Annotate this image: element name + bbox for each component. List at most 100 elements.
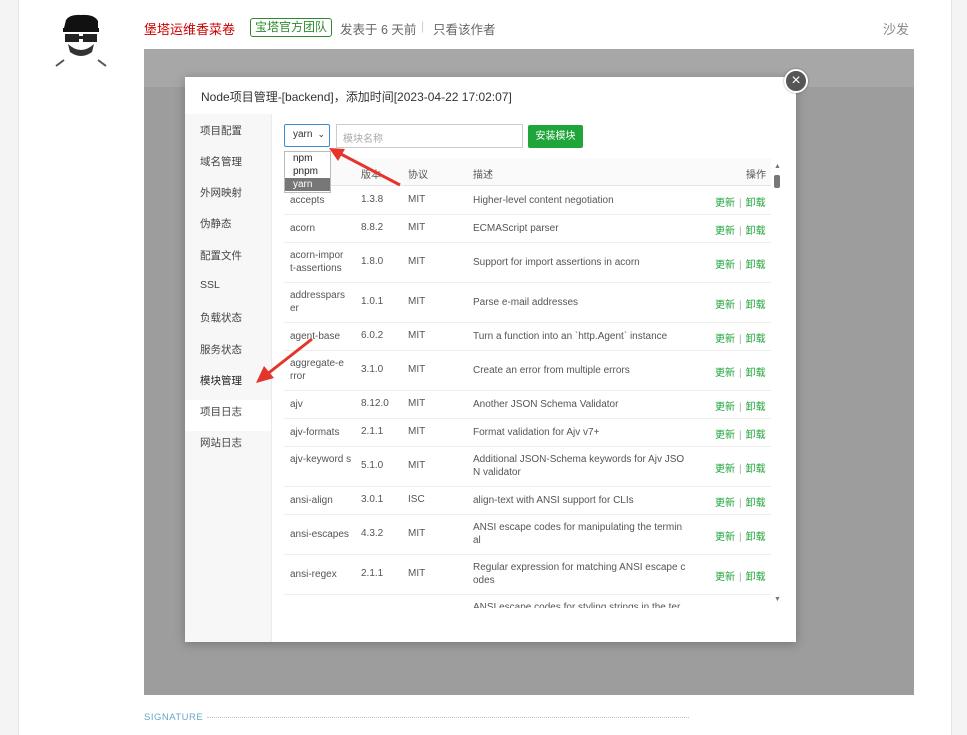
op-separator: | <box>739 402 742 413</box>
update-link[interactable]: 更新 <box>715 532 735 543</box>
update-link[interactable]: 更新 <box>715 498 735 509</box>
update-link[interactable]: 更新 <box>715 402 735 413</box>
uninstall-link[interactable]: 卸载 <box>746 300 766 311</box>
uninstall-link[interactable]: 卸载 <box>746 368 766 379</box>
scroll-thumb[interactable] <box>774 175 780 188</box>
option-npm[interactable]: npm <box>285 152 330 165</box>
op-separator: | <box>739 532 742 543</box>
uninstall-link[interactable]: 卸载 <box>746 572 766 583</box>
only-author-link[interactable]: 只看该作者 <box>433 19 496 38</box>
module-version: 6.0.2 <box>361 330 384 341</box>
sidebar-item-domain[interactable]: 域名管理 <box>200 154 242 169</box>
module-version: 1.3.8 <box>361 194 384 205</box>
update-link[interactable]: 更新 <box>715 260 735 271</box>
module-name: ajv-keyword s <box>290 454 352 465</box>
option-pnpm[interactable]: pnpm <box>285 165 330 178</box>
sidebar-item-project-config[interactable]: 项目配置 <box>200 123 242 138</box>
row-actions: 更新 | 卸载 <box>715 460 766 475</box>
sidebar-item-site-log[interactable]: 网站日志 <box>200 435 242 450</box>
col-ops: 操作 <box>746 170 766 181</box>
op-separator: | <box>739 430 742 441</box>
module-description: Additional JSON-Schema keywords for Ajv … <box>473 454 685 478</box>
author-name[interactable]: 堡塔运维香菜卷 <box>144 19 235 38</box>
table-row: ansi-align 3.0.1 ISC align-text with ANSI s… <box>284 486 772 515</box>
table-scrollbar[interactable]: ▲ ▼ <box>771 158 783 608</box>
table-row: ansi-regex 2.1.1 MIT Regular expression for… <box>284 554 772 595</box>
module-license: MIT <box>408 194 426 205</box>
update-link[interactable]: 更新 <box>715 300 735 311</box>
module-license: MIT <box>408 568 426 579</box>
sidebar-item-load-status[interactable]: 负载状态 <box>200 310 242 325</box>
update-link[interactable]: 更新 <box>715 430 735 441</box>
row-actions: 更新 | 卸载 <box>715 426 766 441</box>
op-separator: | <box>739 334 742 345</box>
uninstall-link[interactable]: 卸载 <box>746 226 766 237</box>
uninstall-link[interactable]: 卸载 <box>746 464 766 475</box>
row-actions: 更新 | 卸载 <box>715 528 766 543</box>
signature-label: SIGNATURE <box>144 712 204 723</box>
uninstall-link[interactable]: 卸载 <box>746 198 766 209</box>
module-license: MIT <box>408 528 426 539</box>
scroll-down-icon[interactable]: ▼ <box>774 596 781 603</box>
table-row: ansi-escapes 4.3.2 MIT ANSI escape codes fo… <box>284 514 772 555</box>
module-license: MIT <box>408 222 426 233</box>
option-yarn[interactable]: yarn <box>285 178 330 191</box>
update-link[interactable]: 更新 <box>715 198 735 209</box>
update-link[interactable]: 更新 <box>715 334 735 345</box>
uninstall-link[interactable]: 卸载 <box>746 532 766 543</box>
module-description: Regular expression for matching ANSI esc… <box>473 562 686 586</box>
floor-label: 沙发 <box>883 22 910 37</box>
row-actions: 更新 | 卸载 <box>715 194 766 209</box>
modules-table: 名称 版本 协议 描述 操作 accepts1.3.8MITHigher-lev… <box>284 158 772 608</box>
module-name: acorn-impor t-assertions <box>290 250 344 274</box>
module-description: Turn a function into an `http.Agent` ins… <box>473 331 668 342</box>
table-row: agent-base 6.0.2 MIT Turn a function into a… <box>284 322 772 351</box>
module-description: Support for import assertions in acorn <box>473 257 640 268</box>
update-link[interactable]: 更新 <box>715 464 735 475</box>
table-row: accepts 1.3.8 MIT Higher-level content nego… <box>284 186 772 215</box>
uninstall-link[interactable]: 卸载 <box>746 498 766 509</box>
uninstall-link[interactable]: 卸载 <box>746 430 766 441</box>
module-version: 3.0.1 <box>361 494 384 505</box>
package-manager-select[interactable]: yarn ⌄ <box>284 124 330 147</box>
module-version: 2.1.1 <box>361 426 384 437</box>
op-separator: | <box>739 300 742 311</box>
module-description: ANSI escape codes for styling strings in… <box>473 602 681 608</box>
module-name: acorn <box>290 223 316 234</box>
modules-panel: yarn ⌄ 模块名称 安装模块 名称 版本 协议 描述 操作 accepts1… <box>271 114 796 642</box>
sidebar-item-rewrite[interactable]: 伪静态 <box>200 216 232 231</box>
sidebar-item-modules[interactable]: 模块管理 <box>200 373 242 388</box>
close-icon[interactable]: × <box>784 69 808 93</box>
uninstall-link[interactable]: 卸载 <box>746 260 766 271</box>
sidebar-item-port-mapping[interactable]: 外网映射 <box>200 185 242 200</box>
row-actions: 更新 | 卸载 <box>715 364 766 379</box>
module-version: 3.1.0 <box>361 364 384 375</box>
module-license: MIT <box>408 460 426 471</box>
table-row: ajv-keyword s 5.1.0 MIT Additional JSON-Sch… <box>284 446 772 487</box>
sidebar-item-ssl[interactable]: SSL <box>200 279 220 291</box>
update-link[interactable]: 更新 <box>715 368 735 379</box>
scroll-up-icon[interactable]: ▲ <box>774 163 781 170</box>
module-version: 1.0.1 <box>361 296 384 307</box>
uninstall-link[interactable]: 卸载 <box>746 334 766 345</box>
annotation-arrow-icon <box>256 337 313 383</box>
module-version: 4.3.2 <box>361 528 384 539</box>
team-badge: 宝塔官方团队 <box>250 18 333 37</box>
user-avatar[interactable] <box>54 12 108 68</box>
module-description: Higher-level content negotiation <box>473 195 614 206</box>
module-description: Format validation for Ajv v7+ <box>473 427 600 438</box>
module-license: MIT <box>408 398 426 409</box>
install-module-button[interactable]: 安装模块 <box>528 125 583 148</box>
sidebar-item-project-log[interactable]: 项目日志 <box>200 404 242 419</box>
module-license: MIT <box>408 426 426 437</box>
table-row: addresspars er 1.0.1 MIT Parse e-mail addre… <box>284 282 772 323</box>
sidebar-item-config-file[interactable]: 配置文件 <box>200 248 242 263</box>
sidebar-item-service-status[interactable]: 服务状态 <box>200 342 242 357</box>
update-link[interactable]: 更新 <box>715 226 735 237</box>
row-actions: 更新 | 卸载 <box>715 256 766 271</box>
uninstall-link[interactable]: 卸载 <box>746 402 766 413</box>
modal-title: Node项目管理-[backend]，添加时间[2023-04-22 17:02… <box>201 90 512 104</box>
table-row: ajv 8.12.0 MIT Another JSON Schema Validato… <box>284 390 772 419</box>
row-actions: 更新 | 卸载 <box>715 568 766 583</box>
update-link[interactable]: 更新 <box>715 572 735 583</box>
